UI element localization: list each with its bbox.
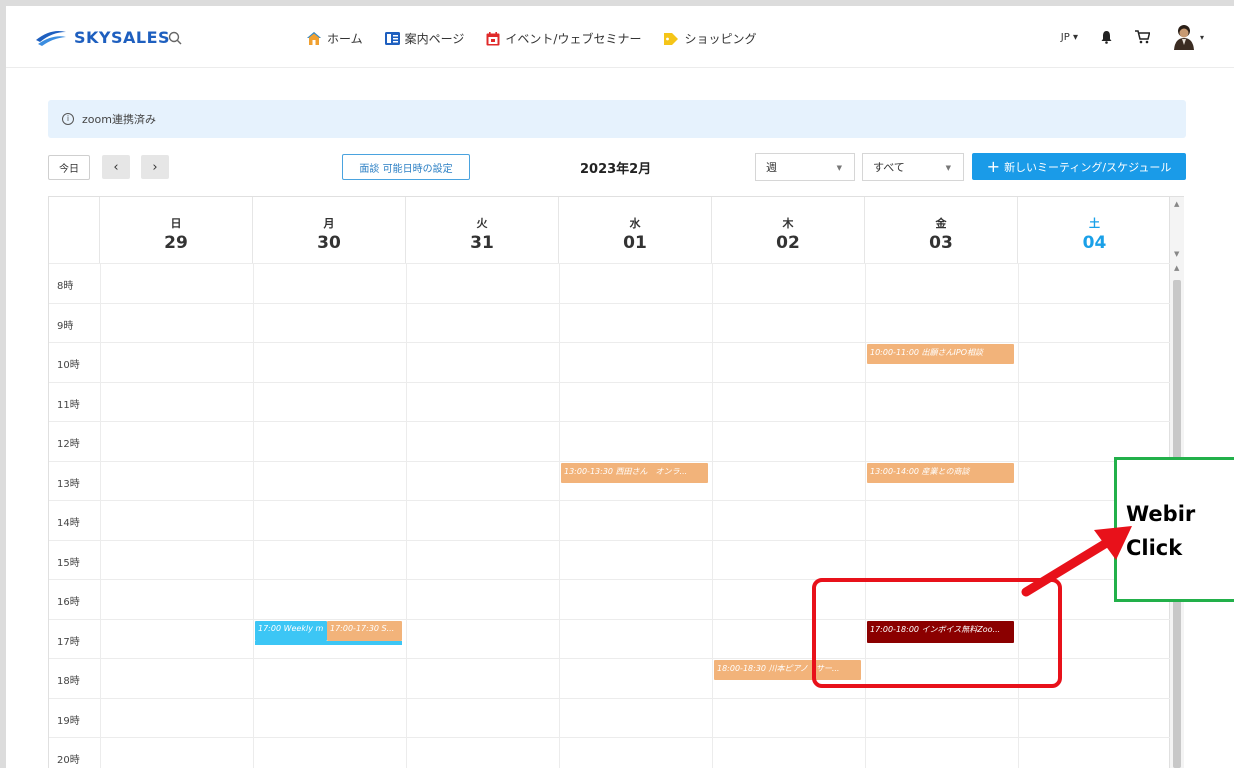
nav-home[interactable]: ホーム — [306, 30, 363, 47]
day-of-week: 月 — [323, 217, 335, 230]
home-icon — [307, 32, 321, 45]
plus-icon: + — [986, 156, 1001, 176]
hour-row[interactable]: 19時 — [49, 697, 1171, 738]
day-number: 29 — [164, 233, 188, 253]
day-number: 31 — [470, 233, 494, 253]
calendar-event[interactable]: 13:00-14:00 産業との商談 — [867, 462, 1014, 483]
hour-label: 15時 — [57, 557, 80, 569]
day-number: 02 — [776, 233, 800, 253]
day-number: 04 — [1082, 233, 1107, 253]
nav-guide-page[interactable]: 案内ページ — [384, 30, 465, 47]
day-of-week: 木 — [782, 217, 794, 230]
nav-guide-page-label: 案内ページ — [404, 32, 465, 46]
day-of-week: 金 — [935, 217, 947, 230]
chevron-down-icon: ▼ — [836, 164, 842, 172]
day-of-week: 土 — [1089, 217, 1100, 230]
day-number: 30 — [317, 233, 341, 253]
cart-icon[interactable] — [1134, 30, 1150, 44]
hour-label: 20時 — [57, 755, 80, 766]
day-of-week: 日 — [170, 217, 182, 230]
day-number: 03 — [929, 233, 953, 253]
calendar-event[interactable]: 10:00-11:00 出願さんIPO相談 — [867, 344, 1014, 364]
time-gutter-header — [49, 197, 100, 263]
chevron-down-icon: ▼ — [945, 164, 951, 172]
hour-label: 11時 — [57, 399, 80, 411]
day-header-fri[interactable]: 金 03 — [865, 197, 1018, 263]
bell-icon[interactable] — [1100, 30, 1113, 44]
tag-icon — [664, 32, 679, 45]
search-icon[interactable] — [168, 30, 182, 49]
nav-events-label: イベント/ウェブセミナー — [505, 32, 642, 46]
chevron-down-icon[interactable]: ▾ — [1200, 33, 1204, 42]
logo-text: SKYSALES — [74, 27, 171, 47]
hour-label: 19時 — [57, 715, 80, 727]
zoom-status-text: zoom連携済み — [82, 113, 156, 126]
today-button[interactable]: 今日 — [48, 155, 90, 180]
calendar-icon — [486, 31, 500, 45]
info-icon: i — [62, 113, 74, 125]
scroll-up-icon[interactable]: ▲ — [1174, 200, 1179, 208]
hour-row[interactable]: 20時 — [49, 737, 1171, 768]
day-of-week: 水 — [629, 217, 641, 230]
hour-label: 16時 — [57, 597, 80, 608]
hour-row[interactable]: 14時 — [49, 500, 1171, 540]
hour-label: 12時 — [57, 439, 80, 450]
day-header-wed[interactable]: 水 01 — [559, 197, 712, 263]
hour-row[interactable]: 11時 — [49, 381, 1171, 422]
nav-shopping-label: ショッピング — [684, 32, 757, 46]
availability-settings-button[interactable]: 面談 可能日時の設定 — [342, 154, 470, 180]
hour-row[interactable]: 15時 — [49, 539, 1171, 580]
day-header-sat[interactable]: 土 04 — [1018, 197, 1171, 263]
current-month-label: 2023年2月 — [580, 162, 652, 177]
new-meeting-button-label: 新しいミーティング/スケジュール — [1004, 160, 1172, 174]
hour-label: 13時 — [57, 478, 80, 490]
hour-label: 9時 — [57, 320, 74, 332]
hour-label: 18時 — [57, 676, 80, 687]
guide-page-icon — [384, 32, 400, 45]
event-continuation-bar — [255, 640, 402, 645]
logo[interactable]: SKYSALES — [34, 26, 170, 48]
hour-row[interactable]: 12時 — [49, 421, 1171, 461]
day-header-tue[interactable]: 火 31 — [406, 197, 559, 263]
hour-label: 17時 — [57, 636, 80, 648]
filter-select[interactable]: すべて ▼ — [862, 153, 964, 181]
next-week-button[interactable]: › — [141, 155, 169, 179]
user-avatar-icon — [1173, 25, 1194, 50]
zoom-status-banner: i zoom連携済み — [48, 100, 1186, 138]
scroll-up-icon[interactable]: ▲ — [1174, 264, 1179, 272]
nav-shopping[interactable]: ショッピング — [663, 30, 756, 47]
hour-row[interactable]: 9時 — [49, 302, 1171, 343]
new-meeting-button[interactable]: + 新しいミーティング/スケジュール — [972, 153, 1186, 180]
hour-label: 14時 — [57, 518, 80, 529]
calendar-event[interactable]: 17:00 Weekly m — [255, 620, 327, 641]
day-header-sun[interactable]: 日 29 — [100, 197, 253, 263]
filter-select-value: すべて — [873, 161, 905, 174]
day-header-mon[interactable]: 月 30 — [253, 197, 406, 263]
calendar-event[interactable]: 17:00-17:30 S... — [327, 620, 402, 641]
hour-row[interactable]: 8時 — [49, 263, 1171, 303]
hour-label: 10時 — [57, 360, 80, 371]
calendar-event[interactable]: 13:00-13:30 西田さん オンラ... — [561, 462, 708, 483]
skysales-logo-icon — [36, 31, 66, 46]
scroll-down-icon[interactable]: ▼ — [1174, 250, 1179, 258]
avatar[interactable] — [1172, 24, 1196, 50]
top-header: SKYSALES ホーム 案内ページ イベント/ウェブセミナー ショッピング J… — [6, 6, 1234, 68]
hour-label: 8時 — [57, 281, 74, 292]
header-right: JP ▾ ▾ — [1061, 24, 1204, 50]
language-select[interactable]: JP ▾ — [1061, 32, 1078, 43]
main-nav: ホーム 案内ページ イベント/ウェブセミナー ショッピング — [306, 30, 778, 47]
nav-events[interactable]: イベント/ウェブセミナー — [486, 30, 641, 47]
red-arrow-icon — [1021, 526, 1132, 597]
day-header-thu[interactable]: 木 02 — [712, 197, 865, 263]
day-of-week: 火 — [476, 217, 488, 230]
view-select[interactable]: 週 ▼ — [755, 153, 855, 181]
prev-week-button[interactable]: ‹ — [102, 155, 130, 179]
view-select-value: 週 — [766, 161, 777, 174]
day-number: 01 — [623, 233, 647, 253]
nav-home-label: ホーム — [327, 32, 363, 46]
